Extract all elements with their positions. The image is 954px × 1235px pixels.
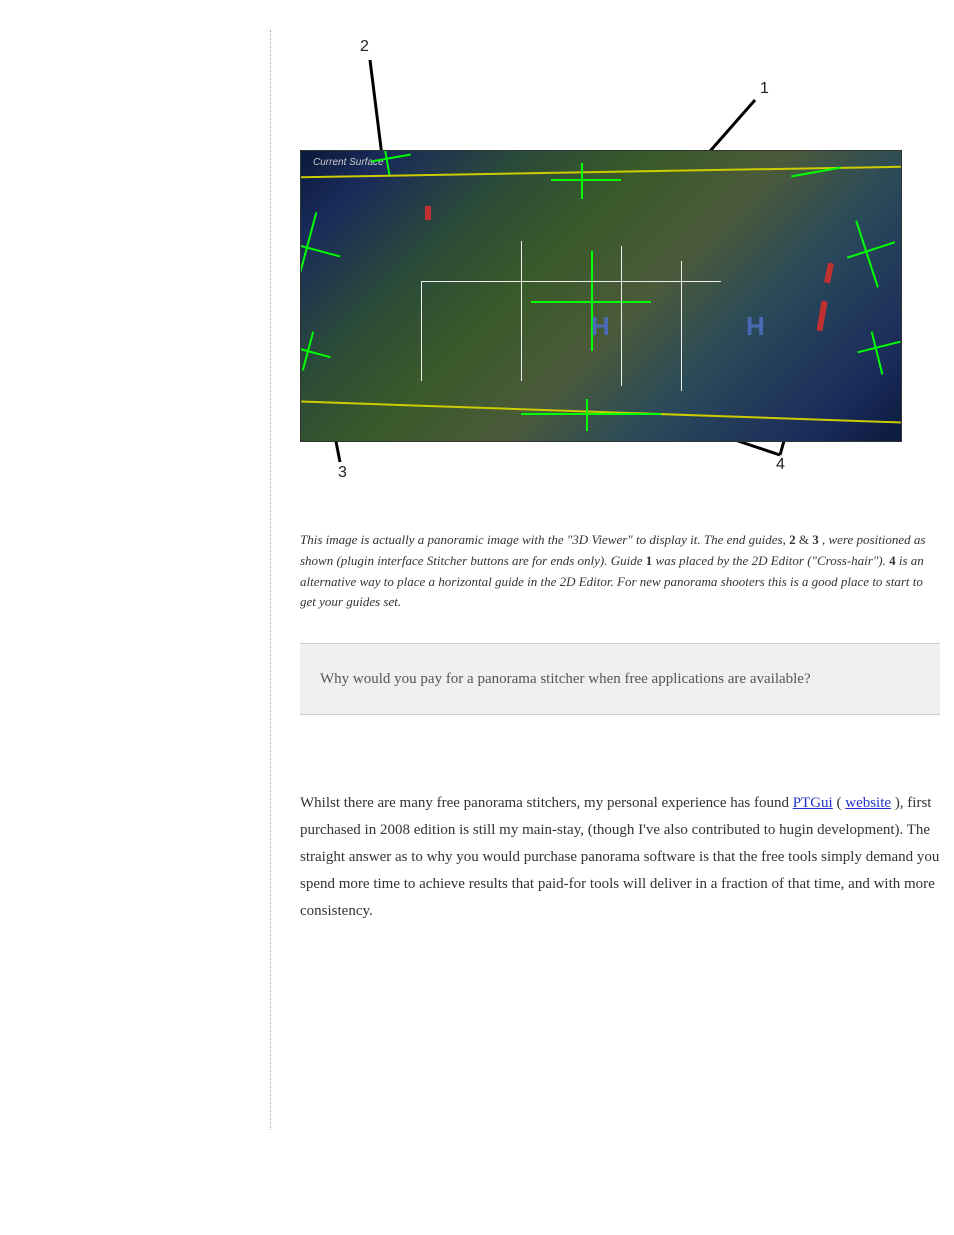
- map-image: Current Surface: [300, 150, 902, 442]
- caption-lead: This image is actually a panoramic image…: [300, 532, 786, 547]
- guide-bottom-h: [521, 413, 661, 415]
- label-1: 1: [760, 80, 769, 98]
- red-mark-1: [824, 263, 834, 284]
- figure-caption: This image is actually a panoramic image…: [300, 530, 940, 613]
- pressure-h-1: H: [591, 311, 610, 342]
- body-paragraph: Whilst there are many free panorama stit…: [300, 755, 940, 925]
- guide-bottom-v: [586, 399, 588, 431]
- figure-map: 2 1 3 4 Current Surface: [300, 30, 940, 490]
- guide-top-v: [581, 163, 583, 199]
- guide-r-h: [847, 241, 895, 258]
- guide-left-v: [300, 212, 317, 290]
- body-p1-mid: (: [836, 795, 841, 811]
- guide-ul-v: [384, 150, 391, 175]
- label-3: 3: [338, 464, 347, 482]
- caption-mid2: was placed by the 2D Editor ("Cross-hair…: [656, 553, 890, 568]
- caption-num-3: 3: [812, 532, 819, 547]
- guide-lr-v: [871, 331, 884, 374]
- body-p1-pre: Whilst there are many free panorama stit…: [300, 795, 793, 811]
- body-p1-end: ), first purchased in 2008 edition is st…: [300, 795, 939, 919]
- label-4: 4: [776, 456, 785, 474]
- label-2: 2: [360, 38, 369, 56]
- caption-num-2: 2: [789, 532, 796, 547]
- pressure-h-2: H: [746, 311, 765, 342]
- link-ptgui[interactable]: PTGui: [793, 795, 833, 811]
- guide-top-h: [551, 179, 621, 181]
- caption-num-1: 1: [646, 553, 653, 568]
- link-website[interactable]: website: [845, 795, 891, 811]
- red-mark-3: [425, 206, 431, 220]
- red-mark-2: [816, 301, 827, 332]
- caption-num-4: 4: [889, 553, 896, 568]
- map-title: Current Surface: [313, 157, 384, 168]
- guide-lr-h: [857, 341, 900, 354]
- section-heading-bar: Why would you pay for a panorama stitche…: [300, 643, 940, 715]
- sidebar-divider: [270, 30, 271, 1130]
- section-heading-text: Why would you pay for a panorama stitche…: [320, 669, 811, 690]
- main-content: 2 1 3 4 Current Surface: [300, 0, 940, 925]
